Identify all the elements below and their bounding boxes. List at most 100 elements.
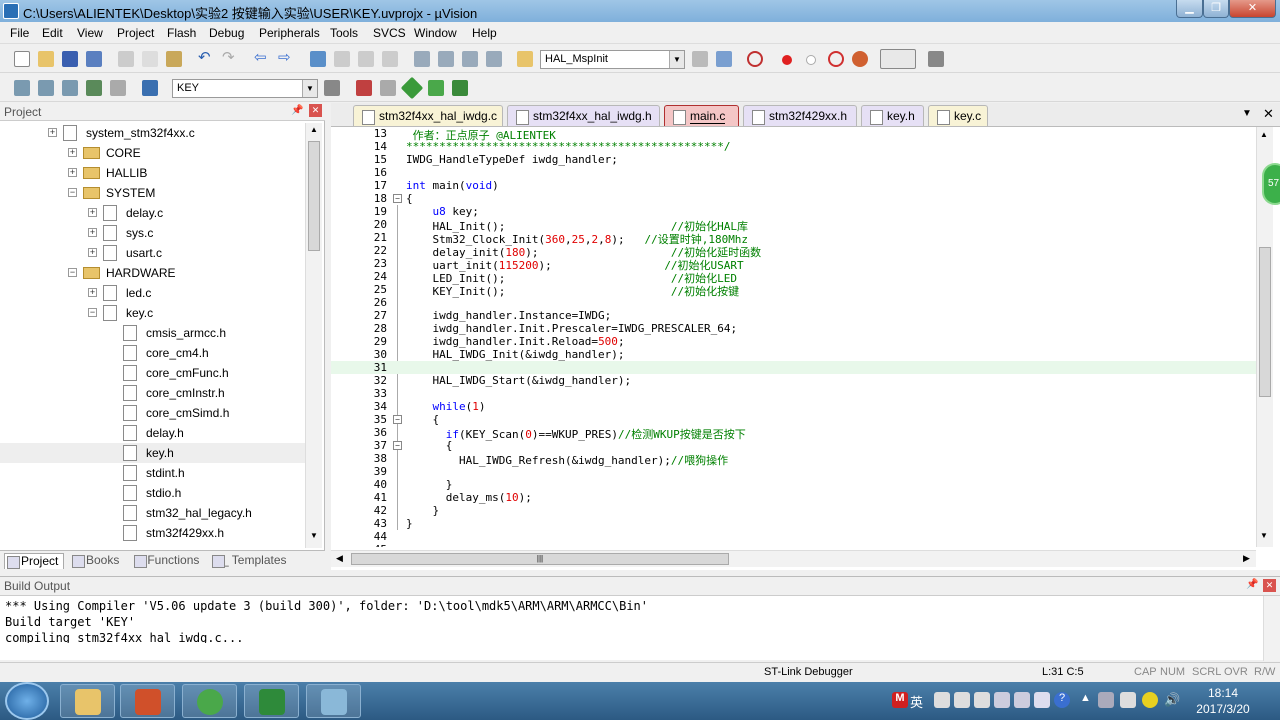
project-tree-scrollbar[interactable]: ▲ ▼	[305, 123, 322, 548]
fold-toggle-icon[interactable]: −	[393, 194, 402, 203]
translate-icon[interactable]	[14, 80, 30, 96]
tree-file[interactable]: core_cmFunc.h	[0, 363, 305, 383]
ime-logo-icon[interactable]: M	[892, 692, 908, 708]
code-line[interactable]: 21 Stm32_Clock_Init(360,25,2,8); //设置时钟,…	[331, 231, 1256, 246]
tree-folder[interactable]: − HARDWARE	[0, 263, 305, 283]
configure-icon[interactable]	[692, 51, 708, 67]
code-line[interactable]: 16	[331, 166, 1256, 179]
tree-file[interactable]: core_cmSimd.h	[0, 403, 305, 423]
close-editor-icon[interactable]: ✕	[1263, 106, 1274, 122]
incremental-find-icon[interactable]	[716, 51, 732, 67]
code-line[interactable]: 26	[331, 296, 1256, 309]
cut-icon[interactable]	[118, 51, 134, 67]
scroll-up-icon[interactable]: ▲	[308, 125, 320, 139]
tree-file[interactable]: + led.c	[0, 283, 305, 303]
function-combo[interactable]: HAL_MspInit ▼	[540, 50, 685, 69]
editor-tab[interactable]: stm32f4xx_hal_iwdg.h	[507, 105, 660, 126]
code-line[interactable]: 38 HAL_IWDG_Refresh(&iwdg_handler);//喂狗操…	[331, 452, 1256, 467]
code-line[interactable]: 30 HAL_IWDG_Init(&iwdg_handler);	[331, 348, 1256, 361]
scroll-thumb[interactable]: |||	[351, 553, 729, 565]
tray-icon-5[interactable]	[1014, 692, 1030, 708]
close-icon[interactable]: ✕	[309, 104, 322, 117]
expand-icon[interactable]: +	[88, 288, 97, 297]
target-combo[interactable]: KEY ▼	[172, 79, 318, 98]
tree-file[interactable]: delay.h	[0, 423, 305, 443]
start-button[interactable]	[5, 682, 49, 720]
taskbar-app-green[interactable]	[182, 684, 237, 718]
scroll-thumb[interactable]	[1259, 247, 1271, 397]
close-icon[interactable]: ✕	[1263, 579, 1276, 592]
scroll-down-icon[interactable]: ▼	[1260, 531, 1268, 540]
scroll-up-icon[interactable]: ▲	[1260, 130, 1268, 139]
tray-plus-icon[interactable]	[1142, 692, 1158, 708]
unindent-icon[interactable]	[438, 51, 454, 67]
tab-books[interactable]: Books	[70, 553, 126, 569]
code-line[interactable]: 29 iwdg_handler.Init.Reload=500;	[331, 335, 1256, 348]
copy-icon[interactable]	[142, 51, 158, 67]
nav-forward-icon[interactable]: ⇨	[278, 50, 294, 67]
taskbar-uvision[interactable]	[244, 684, 299, 718]
open-file-icon[interactable]	[38, 51, 54, 67]
code-line[interactable]: 37− {	[331, 439, 1256, 452]
tree-file[interactable]: key.h	[0, 443, 305, 463]
tree-file[interactable]: cmsis_armcc.h	[0, 323, 305, 343]
menu-flash[interactable]: Flash	[167, 26, 196, 40]
help-icon[interactable]: ?	[1054, 692, 1070, 708]
nav-back-icon[interactable]: ⇦	[254, 50, 270, 67]
rebuild-icon[interactable]	[62, 80, 78, 96]
code-line[interactable]: 39	[331, 465, 1256, 478]
editor-tab[interactable]: stm32f429xx.h	[743, 105, 857, 126]
chevron-down-icon[interactable]: ▼	[669, 51, 684, 68]
code-area[interactable]: 13 作者：正点原子 @ALIENTEK 14 ******************…	[331, 127, 1256, 547]
stop-build-icon[interactable]	[110, 80, 126, 96]
code-line[interactable]: 13 作者：正点原子 @ALIENTEK	[331, 127, 1256, 142]
debug-session-icon[interactable]	[747, 51, 763, 67]
close-button[interactable]: ✕	[1229, 0, 1276, 18]
chevron-down-icon[interactable]: ▼	[302, 80, 317, 97]
clear-breakpoints-icon[interactable]	[852, 51, 868, 67]
network-icon[interactable]	[1120, 692, 1136, 708]
tab-project[interactable]: Project	[4, 553, 64, 569]
tree-file[interactable]: stdint.h	[0, 463, 305, 483]
code-line[interactable]: 31	[331, 361, 1256, 374]
code-line[interactable]: 27 iwdg_handler.Instance=IWDG;	[331, 309, 1256, 322]
tree-file[interactable]: core_cmInstr.h	[0, 383, 305, 403]
action-center-icon[interactable]	[1098, 692, 1114, 708]
run-time-environment-icon[interactable]	[452, 80, 468, 96]
menu-tools[interactable]: Tools	[330, 26, 358, 40]
menu-peripherals[interactable]: Peripherals	[259, 26, 320, 40]
menu-project[interactable]: Project	[117, 26, 154, 40]
editor-horizontal-scrollbar[interactable]: ◀ ||| ▶	[331, 550, 1256, 567]
new-file-icon[interactable]	[14, 51, 30, 67]
show-hidden-icons[interactable]: ▲	[1080, 692, 1096, 708]
save-all-icon[interactable]	[86, 51, 102, 67]
clear-bookmarks-icon[interactable]	[382, 51, 398, 67]
indent-icon[interactable]	[414, 51, 430, 67]
pin-icon[interactable]: 📌	[291, 105, 303, 116]
code-line[interactable]: 35− {	[331, 413, 1256, 426]
tree-file[interactable]: core_cm4.h	[0, 343, 305, 363]
code-line[interactable]: 22 delay_init(180); //初始化延时函数	[331, 244, 1256, 259]
expand-icon[interactable]: +	[88, 208, 97, 217]
collapse-icon[interactable]: −	[68, 268, 77, 277]
volume-icon[interactable]: 🔊	[1164, 692, 1180, 708]
file-extensions-icon[interactable]	[380, 80, 396, 96]
disable-breakpoint-icon[interactable]	[806, 55, 816, 65]
collapse-icon[interactable]: −	[68, 188, 77, 197]
floating-badge[interactable]: 57	[1262, 163, 1280, 205]
tab-templates[interactable]: {}_ Templates	[210, 553, 290, 569]
window-layout-icon[interactable]	[880, 49, 916, 69]
maximize-button[interactable]: ❐	[1203, 0, 1229, 18]
menu-help[interactable]: Help	[472, 26, 497, 40]
expand-icon[interactable]: +	[68, 168, 77, 177]
paste-icon[interactable]	[166, 51, 182, 67]
pin-icon[interactable]: 📌	[1246, 579, 1258, 590]
code-line[interactable]: 25 KEY_Init(); //初始化按键	[331, 283, 1256, 298]
minimize-button[interactable]: ▁	[1176, 0, 1203, 18]
menu-debug[interactable]: Debug	[209, 26, 244, 40]
tree-file[interactable]: + usart.c	[0, 243, 305, 263]
batch-build-icon[interactable]	[86, 80, 102, 96]
code-line[interactable]: 44	[331, 530, 1256, 543]
collapse-icon[interactable]: −	[88, 308, 97, 317]
tree-file[interactable]: stm32_hal_legacy.h	[0, 503, 305, 523]
